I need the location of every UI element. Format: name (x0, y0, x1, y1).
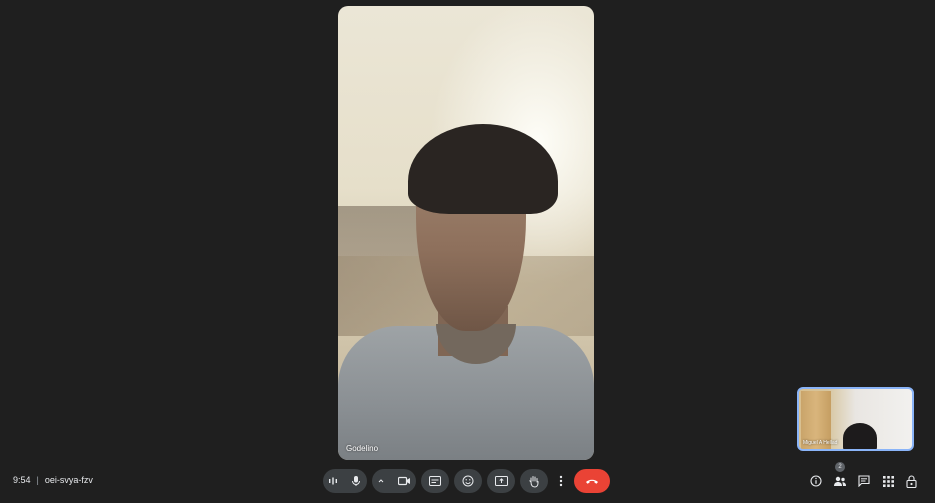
microphone-button[interactable] (323, 469, 367, 493)
info-icon (810, 475, 822, 487)
chat-button[interactable] (856, 473, 872, 489)
self-video-tile[interactable]: Miguel A Hellad (797, 387, 914, 451)
participant-hair (408, 124, 558, 214)
present-button[interactable] (487, 469, 515, 493)
side-panel-controls: 2 (808, 462, 920, 489)
meeting-details-button[interactable] (808, 473, 824, 489)
present-screen-icon (494, 476, 508, 486)
self-participant-figure (843, 423, 877, 449)
leave-call-button[interactable] (574, 469, 610, 493)
end-call-icon (585, 478, 599, 485)
meeting-info: 9:54 | oei-svya-fzv (13, 475, 93, 485)
emoji-button[interactable] (454, 469, 482, 493)
raise-hand-button[interactable] (520, 469, 548, 493)
meeting-code: oei-svya-fzv (44, 475, 93, 485)
video-camera-icon (398, 476, 411, 486)
more-options-button[interactable] (553, 469, 569, 493)
meeting-time: 9:54 (13, 475, 31, 485)
emoji-icon (462, 475, 474, 487)
self-participant-name: Miguel A Hellad (803, 440, 838, 446)
raise-hand-icon (528, 475, 540, 488)
more-vert-icon (559, 475, 563, 487)
captions-icon (429, 476, 441, 486)
apps-icon (882, 475, 894, 487)
main-video-tile[interactable]: Godelino (338, 6, 594, 460)
people-icon (833, 475, 847, 487)
participant-count-badge: 2 (835, 462, 845, 472)
audio-level-icon (328, 476, 338, 486)
host-controls-button[interactable] (904, 473, 920, 489)
people-button[interactable]: 2 (832, 462, 848, 489)
lock-person-icon (906, 474, 918, 488)
chevron-up-icon (377, 477, 385, 485)
call-controls (323, 469, 610, 493)
meeting-info-separator: | (36, 475, 39, 485)
chat-icon (858, 475, 870, 487)
activities-button[interactable] (880, 473, 896, 489)
mic-icon (350, 475, 362, 487)
captions-button[interactable] (421, 469, 449, 493)
main-participant-name: Godelino (346, 444, 379, 453)
camera-button[interactable] (372, 469, 416, 493)
